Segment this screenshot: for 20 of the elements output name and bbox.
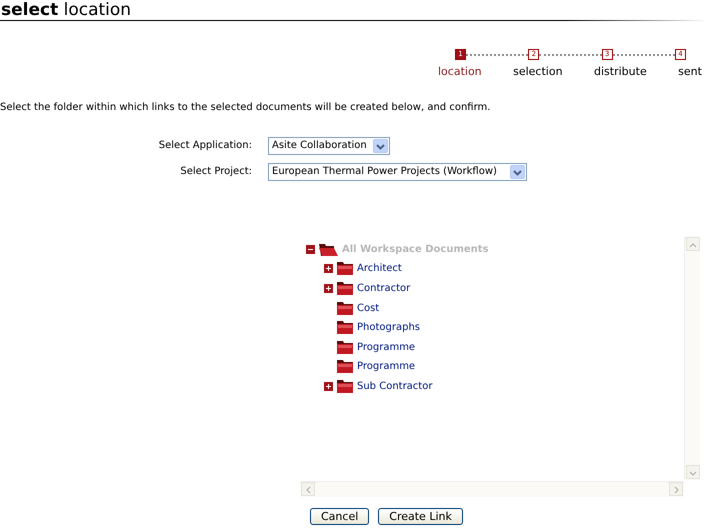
step-label: location: [438, 64, 482, 80]
step-label: distribute: [594, 64, 647, 80]
field-label: Select Application:: [158, 139, 252, 153]
cancel-button[interactable]: Cancel: [310, 508, 370, 524]
select-field[interactable]: European Thermal Power Projects (Workflow): [268, 162, 527, 180]
select-field[interactable]: Asite Collaboration: [268, 136, 390, 154]
field-label: Select Project:: [179, 165, 252, 179]
instruction-text: Select the folder within which links to the selected documents will be created below, and confirm.: [0, 100, 492, 114]
folder-icon: [319, 242, 338, 256]
folder-icon: [337, 302, 353, 315]
create-link-button[interactable]: Create Link: [378, 508, 463, 524]
folder-icon: [337, 380, 353, 393]
folder-icon: [337, 282, 353, 295]
step-label: sent: [678, 64, 702, 80]
folder-icon: [337, 360, 353, 374]
step-label: selection: [513, 64, 563, 80]
folder-icon: [337, 340, 353, 354]
folder-icon: [337, 321, 353, 334]
folder-icon: [337, 262, 353, 276]
page-title: select location: [0, 0, 132, 20]
